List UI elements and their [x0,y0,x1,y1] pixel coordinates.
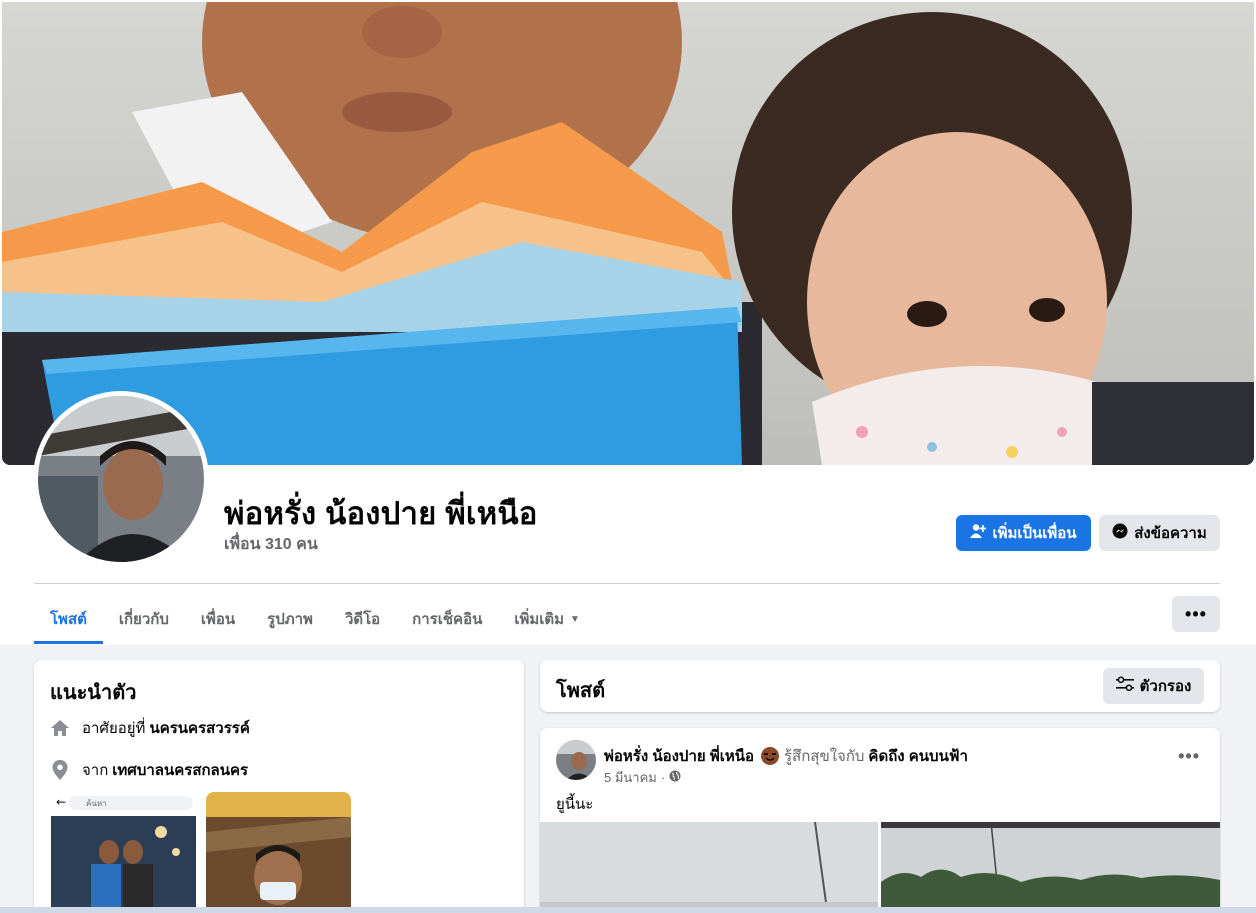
tab-photos[interactable]: รูปภาพ [251,594,329,644]
lives-in-row: อาศัยอยู่ที่ นครนครสวรรค์ [50,716,250,740]
profile-avatar[interactable] [33,391,209,567]
messenger-icon [1112,523,1128,543]
feeling-emoji-icon [760,746,780,766]
header-divider [34,583,1220,584]
lives-in-prefix: อาศัยอยู่ที่ [82,720,146,737]
meta-separator: · [660,770,666,785]
svg-text:←: ← [56,795,66,809]
add-friend-label: เพิ่มเป็นเพื่อน [992,525,1077,542]
featured-photo-1[interactable]: ← ค้นหา [51,792,196,913]
post-card: พ่อหรั่ง น้องปาย พี่เหนือ รู้สึกสุขใจกับ… [540,728,1220,913]
add-person-icon [970,523,987,543]
from-place[interactable]: เทศบาลนครสกลนคร [112,758,248,782]
send-message-label: ส่งข้อความ [1134,525,1207,542]
cover-photo[interactable] [2,2,1254,465]
tab-label: เกี่ยวกับ [118,611,169,628]
post-feeling: รู้สึกสุขใจกับ [784,748,865,765]
tab-label: วิดีโอ [344,611,381,628]
globe-icon [669,770,681,785]
tab-videos[interactable]: วิดีโอ [329,594,396,644]
post-options-button[interactable]: ••• [1178,746,1200,767]
post-meta: 5 มีนาคม · [604,767,681,788]
posts-header-card: โพสต์ ตัวกรอง [540,660,1220,712]
thumb-search-text: ค้นหา [86,799,107,808]
post-tagged[interactable]: คิดถึง คนบนฟ้า [868,744,967,768]
post-author-avatar[interactable] [556,740,596,780]
lives-in-place[interactable]: นครนครสวรรค์ [149,716,249,740]
tab-posts[interactable]: โพสต์ [34,594,103,644]
filter-icon [1115,676,1134,696]
filter-button[interactable]: ตัวกรอง [1103,668,1204,704]
filter-label: ตัวกรอง [1139,678,1192,695]
home-icon [50,718,70,738]
more-options-button[interactable]: ••• [1172,596,1220,632]
featured-photo-2[interactable] [206,792,351,913]
intro-title: แนะนำตัว [50,682,137,704]
tab-about[interactable]: เกี่ยวกับ [103,594,185,644]
friend-count[interactable]: เพื่อน 310 คน [224,532,318,557]
add-friend-button[interactable]: เพิ่มเป็นเพื่อน [956,515,1091,551]
post-text: ยูนี้นะ [556,796,594,813]
profile-tabs: โพสต์ เกี่ยวกับ เพื่อน รูปภาพ วิดีโอ การ… [34,594,596,644]
post-photo-2[interactable] [881,822,1220,913]
tab-checkins[interactable]: การเช็คอิน [396,594,498,644]
from-row: จาก เทศบาลนครสกลนคร [50,758,248,782]
tab-label: เพื่อน [200,611,236,628]
tab-label: โพสต์ [50,611,87,628]
location-pin-icon [50,760,70,780]
send-message-button[interactable]: ส่งข้อความ [1099,515,1220,551]
post-date[interactable]: 5 มีนาคม [604,767,657,788]
post-author-name[interactable]: พ่อหรั่ง น้องปาย พี่เหนือ [604,744,754,768]
post-headline: พ่อหรั่ง น้องปาย พี่เหนือ รู้สึกสุขใจกับ… [604,744,968,768]
post-photo-1[interactable] [540,822,878,913]
posts-title: โพสต์ [556,680,606,702]
tab-friends[interactable]: เพื่อน [185,594,251,644]
caret-down-icon: ▼ [570,613,580,625]
tab-label: เพิ่มเติม [514,611,565,628]
tab-more[interactable]: เพิ่มเติม ▼ [498,594,596,644]
profile-name: พ่อหรั่ง น้องปาย พี่เหนือ [224,496,538,531]
tab-label: การเช็คอิน [412,611,483,628]
tab-label: รูปภาพ [267,611,313,628]
bottom-scroll-bar [0,907,1256,913]
from-prefix: จาก [82,762,109,779]
